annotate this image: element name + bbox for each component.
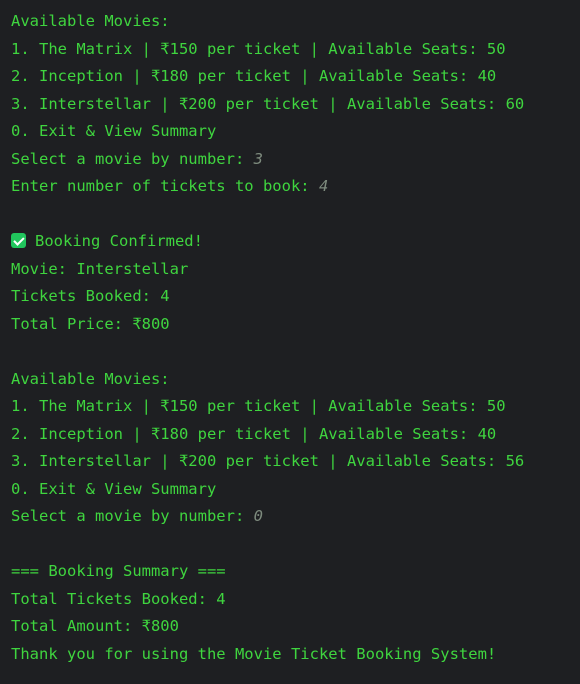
confirmation-tickets: Tickets Booked: 4	[11, 287, 170, 305]
menu-item: 1. The Matrix | ₹150 per ticket | Availa…	[11, 397, 506, 415]
summary-total-tickets: Total Tickets Booked: 4	[11, 589, 226, 608]
check-box-icon	[11, 233, 26, 248]
menu-item: 0. Exit & View Summary	[11, 122, 217, 140]
menu-item: 2. Inception | ₹180 per ticket | Availab…	[11, 67, 497, 85]
menu-header: Available Movies:	[11, 12, 170, 30]
menu-header: Available Movies:	[11, 369, 170, 388]
summary-title: === Booking Summary ===	[11, 562, 226, 580]
menu-item: 0. Exit & View Summary	[11, 479, 217, 498]
tickets-line: Enter number of tickets to book: 4	[11, 173, 580, 201]
tickets-input: 4	[318, 177, 329, 195]
select-movie-input: 3	[253, 149, 263, 168]
confirmation-movie: Movie: Interstellar	[11, 259, 189, 278]
tickets-prompt: Enter number of tickets to book:	[11, 177, 319, 195]
confirmation-title-line: Booking Confirmed!	[11, 228, 580, 256]
select-movie-line: Select a movie by number: 0	[11, 503, 580, 531]
select-movie-prompt: Select a movie by number:	[11, 149, 254, 168]
menu-item: 1. The Matrix | ₹150 per ticket | Availa…	[11, 39, 506, 58]
select-movie-prompt: Select a movie by number:	[11, 507, 254, 525]
select-movie-input: 0	[253, 507, 263, 525]
confirmation-title: Booking Confirmed!	[35, 232, 203, 250]
confirmation-total: Total Price: ₹800	[11, 314, 170, 333]
summary-total-amount: Total Amount: ₹800	[11, 617, 179, 635]
menu-item: 3. Interstellar | ₹200 per ticket | Avai…	[11, 94, 525, 113]
menu-item: 3. Interstellar | ₹200 per ticket | Avai…	[11, 452, 525, 470]
select-movie-line: Select a movie by number: 3	[11, 146, 580, 174]
console-output: Available Movies: 1. The Matrix | ₹150 p…	[0, 0, 580, 684]
menu-item: 2. Inception | ₹180 per ticket | Availab…	[11, 424, 497, 443]
summary-thanks: Thank you for using the Movie Ticket Boo…	[11, 644, 497, 663]
